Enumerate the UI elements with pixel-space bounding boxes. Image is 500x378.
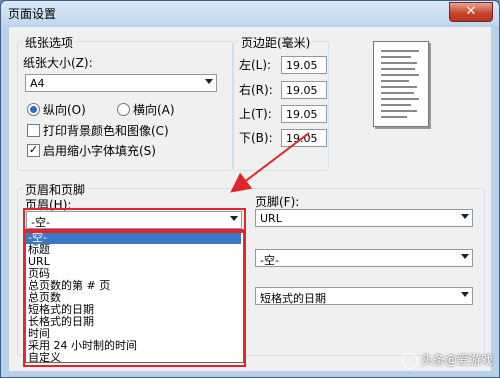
page-setup-dialog: 页面设置 ✕ 纸张选项 纸张大小(Z): A4 纵向(O) 横向(A) 打印背景… (0, 0, 500, 378)
annotation-arrow-icon (230, 132, 310, 193)
watermark: 头条@爱游戏 (401, 351, 493, 369)
watermark-text: 头条@爱游戏 (420, 353, 493, 367)
watermark-logo-icon (401, 352, 418, 369)
